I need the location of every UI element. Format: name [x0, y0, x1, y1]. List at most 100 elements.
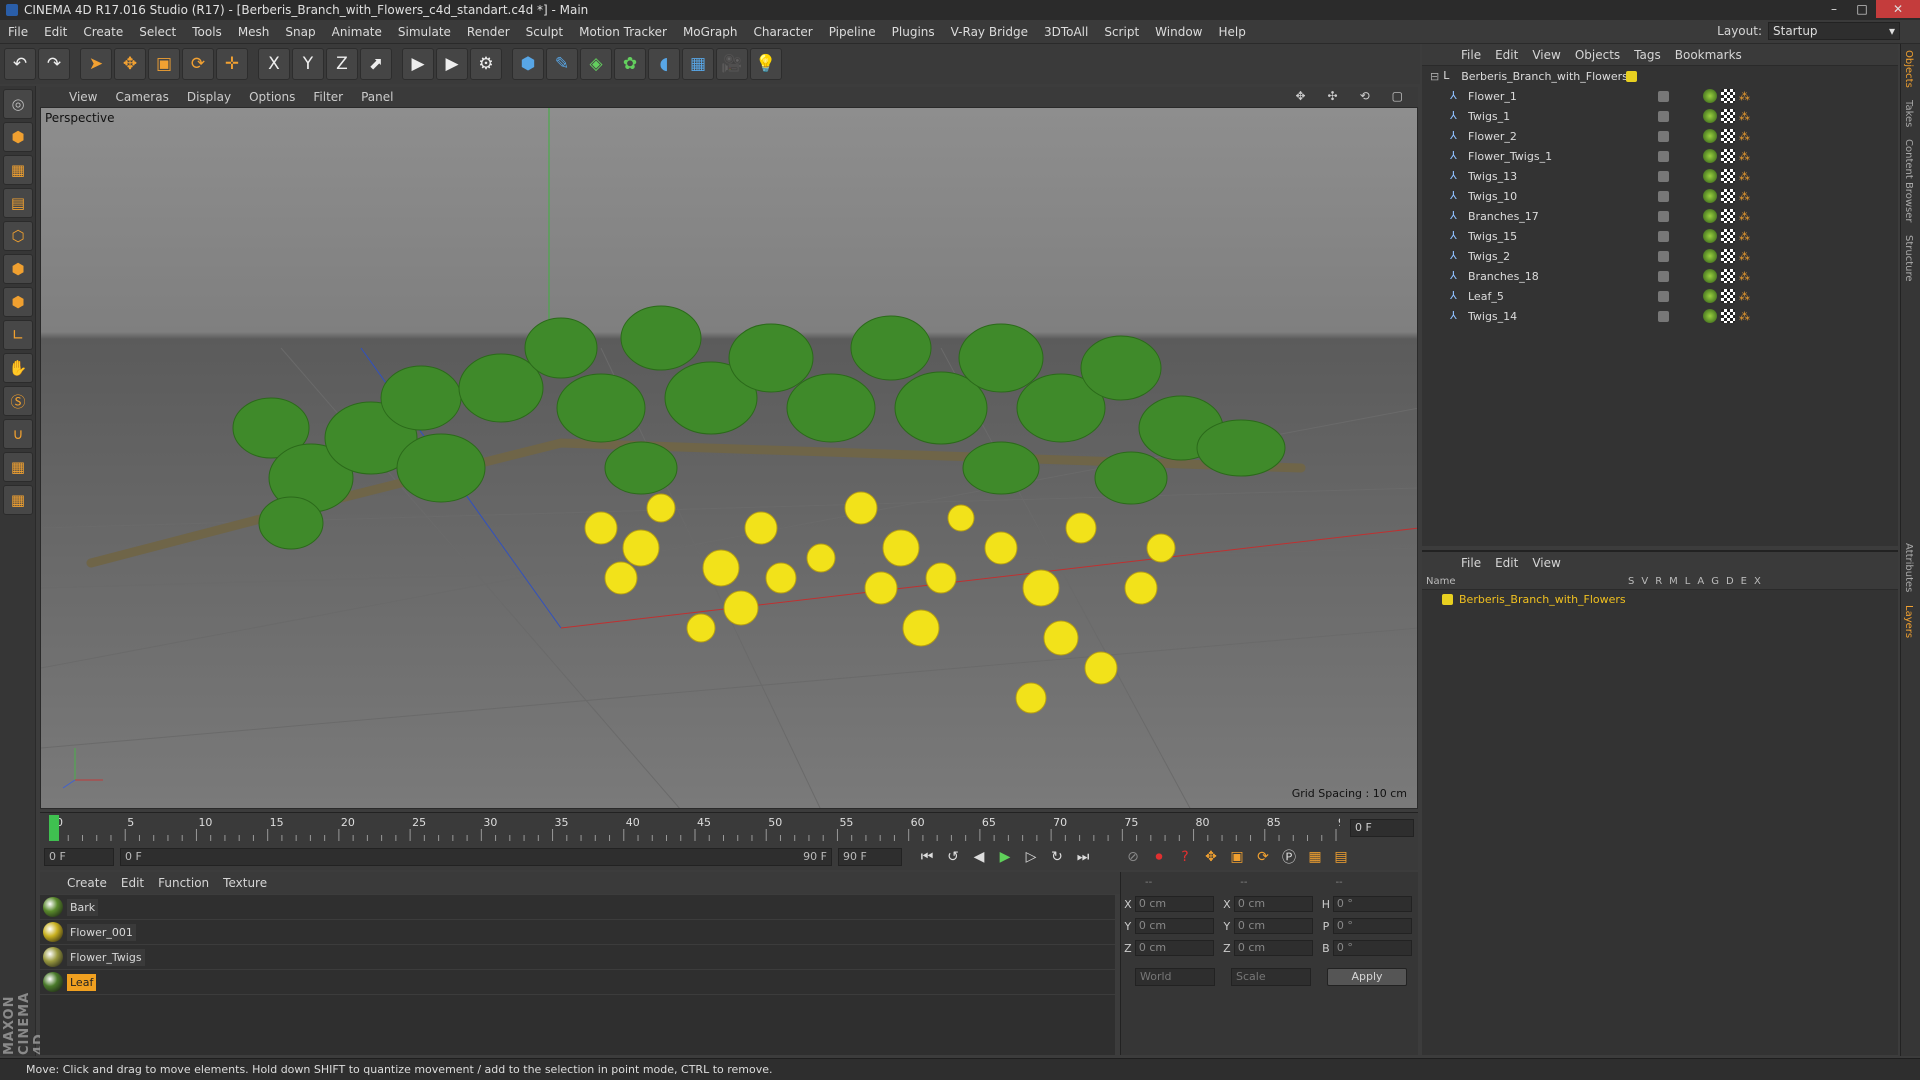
start-frame-field[interactable]: 0 F — [44, 848, 114, 866]
uvw-tag-icon[interactable] — [1721, 109, 1735, 123]
phong-tag-icon[interactable]: ⁂ — [1739, 150, 1750, 163]
menu-create[interactable]: Create — [75, 25, 131, 39]
viewport-menu-view[interactable]: View — [60, 90, 106, 104]
material-row[interactable]: Flower_001 — [40, 920, 1115, 945]
material-tag-icon[interactable] — [1703, 229, 1717, 243]
coord-value-field[interactable]: 0 cm — [1233, 896, 1313, 912]
material-tag-icon[interactable] — [1703, 269, 1717, 283]
snap-settings-icon[interactable]: ▦ — [3, 485, 33, 515]
material-preview-icon[interactable] — [43, 947, 63, 967]
playhead[interactable] — [49, 815, 59, 841]
coord-value-field[interactable]: 0 ° — [1332, 896, 1412, 912]
coordinate-space-dropdown[interactable]: World — [1135, 968, 1215, 986]
material-tag-icon[interactable] — [1703, 89, 1717, 103]
object-row[interactable]: ⅄ Twigs_10 ⁂ — [1422, 186, 1898, 206]
uvw-tag-icon[interactable] — [1721, 309, 1735, 323]
uvw-tag-icon[interactable] — [1721, 289, 1735, 303]
apply-button[interactable]: Apply — [1327, 968, 1407, 986]
menu-script[interactable]: Script — [1096, 25, 1147, 39]
uvw-tag-icon[interactable] — [1721, 169, 1735, 183]
menu-file[interactable]: File — [0, 25, 36, 39]
object-menu-objects[interactable]: Objects — [1568, 48, 1627, 62]
points-mode-icon[interactable]: ⬡ — [3, 221, 33, 251]
material-tag-icon[interactable] — [1703, 169, 1717, 183]
array-icon[interactable]: ✿ — [614, 48, 646, 80]
editor-visibility-icon[interactable] — [1658, 130, 1669, 142]
material-tag-icon[interactable] — [1703, 249, 1717, 263]
render-settings-icon[interactable]: ⚙ — [470, 48, 502, 80]
key-param-icon[interactable]: Ⓟ — [1276, 846, 1302, 868]
previous-key-icon[interactable]: ↺ — [940, 846, 966, 868]
floor-icon[interactable]: ▦ — [682, 48, 714, 80]
menu-animate[interactable]: Animate — [324, 25, 390, 39]
phong-tag-icon[interactable]: ⁂ — [1739, 130, 1750, 143]
model-mode-icon[interactable]: ◎ — [3, 89, 33, 119]
uvw-tag-icon[interactable] — [1721, 229, 1735, 243]
object-mode-icon[interactable]: ⬢ — [3, 122, 33, 152]
uvw-tag-icon[interactable] — [1721, 129, 1735, 143]
menu-character[interactable]: Character — [745, 25, 820, 39]
material-name[interactable]: Leaf — [67, 973, 97, 991]
viewport-menu-panel[interactable]: Panel — [352, 90, 402, 104]
coord-value-field[interactable]: 0 cm — [1134, 918, 1214, 934]
menu-sculpt[interactable]: Sculpt — [518, 25, 571, 39]
uvw-tag-icon[interactable] — [1721, 209, 1735, 223]
layer-column-d[interactable]: D — [1726, 576, 1734, 587]
object-menu-edit[interactable]: Edit — [1488, 48, 1525, 62]
record-key-icon[interactable]: ⏺ — [1146, 846, 1172, 868]
material-preview-icon[interactable] — [43, 972, 63, 992]
menu-mograph[interactable]: MoGraph — [675, 25, 746, 39]
play-icon[interactable]: ▶ — [992, 846, 1018, 868]
layer-menu-file[interactable]: File — [1454, 556, 1488, 570]
object-row[interactable]: ⅄ Twigs_15 ⁂ — [1422, 226, 1898, 246]
polygons-mode-icon[interactable]: ⬢ — [3, 287, 33, 317]
material-menu-edit[interactable]: Edit — [114, 876, 151, 890]
render-picture-viewer-icon[interactable]: ▶ — [436, 48, 468, 80]
material-tag-icon[interactable] — [1703, 189, 1717, 203]
phong-tag-icon[interactable]: ⁂ — [1739, 270, 1750, 283]
menu-render[interactable]: Render — [459, 25, 518, 39]
menu-tools[interactable]: Tools — [184, 25, 230, 39]
tab-content-browser[interactable]: Content Browser — [1901, 133, 1916, 228]
menu-v-ray-bridge[interactable]: V-Ray Bridge — [943, 25, 1036, 39]
menu-simulate[interactable]: Simulate — [390, 25, 459, 39]
axis-mode-icon[interactable]: ∟ — [3, 320, 33, 350]
tab-attributes[interactable]: Attributes — [1901, 537, 1916, 598]
material-menu-create[interactable]: Create — [60, 876, 114, 890]
layer-column-g[interactable]: G — [1711, 576, 1719, 587]
material-tag-icon[interactable] — [1703, 149, 1717, 163]
texture-mode-icon[interactable]: ▦ — [3, 155, 33, 185]
object-row[interactable]: ⅄ Twigs_13 ⁂ — [1422, 166, 1898, 186]
tab-takes[interactable]: Takes — [1901, 94, 1916, 133]
tab-objects[interactable]: Objects — [1901, 44, 1916, 94]
material-name[interactable]: Bark — [67, 898, 99, 916]
cube-icon[interactable]: ⬢ — [512, 48, 544, 80]
material-preview-icon[interactable] — [43, 897, 63, 917]
viewport-menu-cameras[interactable]: Cameras — [106, 90, 177, 104]
layer-column-x[interactable]: X — [1754, 576, 1761, 587]
object-menu-file[interactable]: File — [1454, 48, 1488, 62]
minimize-button[interactable]: – — [1820, 0, 1848, 18]
deformer-icon[interactable]: ◖ — [648, 48, 680, 80]
menu-plugins[interactable]: Plugins — [884, 25, 943, 39]
move-icon[interactable]: ✥ — [114, 48, 146, 80]
uvw-tag-icon[interactable] — [1721, 149, 1735, 163]
object-row[interactable]: ⅄ Twigs_14 ⁂ — [1422, 306, 1898, 326]
material-tag-icon[interactable] — [1703, 129, 1717, 143]
object-menu-bookmarks[interactable]: Bookmarks — [1668, 48, 1749, 62]
key-pla-icon[interactable]: ▦ — [1302, 846, 1328, 868]
material-row[interactable]: Leaf — [40, 970, 1115, 995]
pan-icon[interactable]: ✥ — [1286, 89, 1314, 103]
end-frame-field[interactable]: 90 F — [838, 848, 902, 866]
object-row[interactable]: ⅄ Twigs_1 ⁂ — [1422, 106, 1898, 126]
coord-value-field[interactable]: 0 cm — [1134, 940, 1214, 956]
light-icon[interactable]: 💡 — [750, 48, 782, 80]
layout-dropdown[interactable]: Startup — [1768, 22, 1900, 40]
coord-value-field[interactable]: 0 ° — [1332, 940, 1412, 956]
magnet-icon[interactable]: ∪ — [3, 419, 33, 449]
phong-tag-icon[interactable]: ⁂ — [1739, 90, 1750, 103]
viewport-3d[interactable]: Perspective Grid Spacing : 10 cm — [40, 107, 1418, 809]
material-tag-icon[interactable] — [1703, 109, 1717, 123]
coord-value-field[interactable]: 0 cm — [1233, 940, 1313, 956]
layer-column-m[interactable]: M — [1669, 576, 1678, 587]
